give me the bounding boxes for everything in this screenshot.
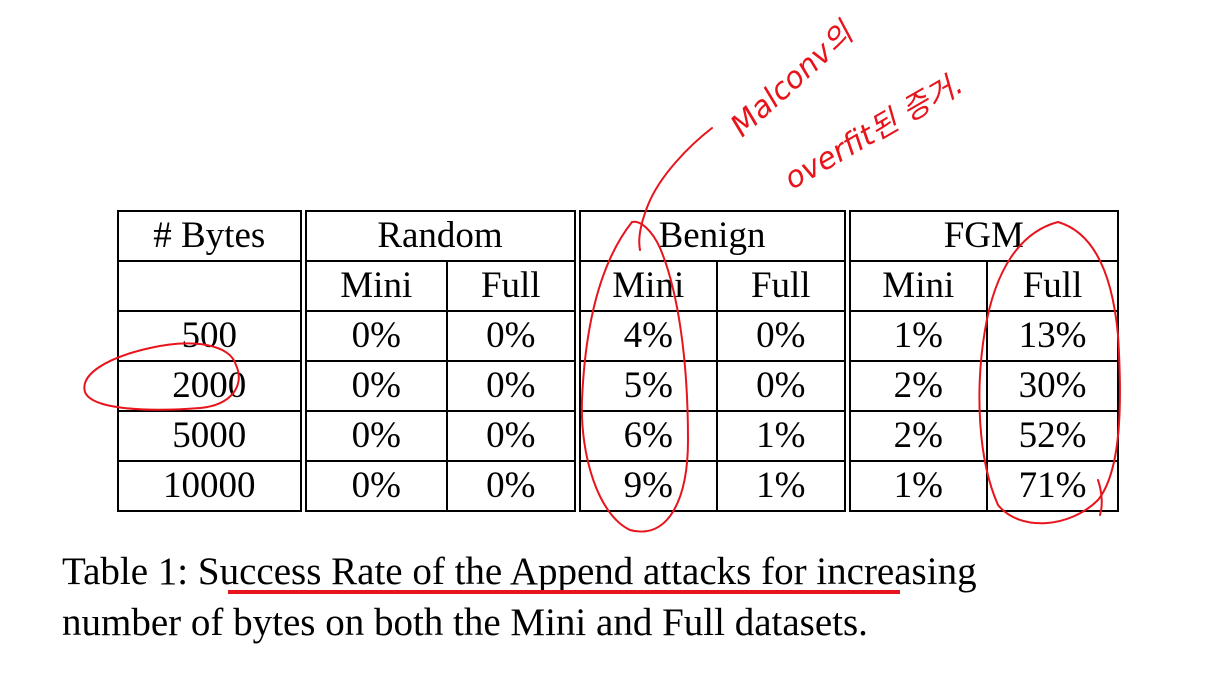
cell-benign-full: 1% [716, 410, 851, 462]
cell-fgm-full: 71% [986, 460, 1120, 512]
subheader-random-mini: Mini [302, 260, 448, 312]
results-table: # Bytes Random Benign FGM Mini Full Mini… [117, 210, 1120, 512]
caption-underlined-phrase: Success Rate of the Append attacks [197, 550, 752, 593]
table-row: 5000 0% 0% 6% 1% 2% 52% [117, 410, 1120, 462]
cell-fgm-mini: 1% [846, 310, 989, 362]
cell-fgm-full: 30% [986, 360, 1120, 412]
table-subheader-row: Mini Full Mini Full Mini Full [117, 260, 1120, 312]
subheader-fgm-full: Full [986, 260, 1120, 312]
caption-rest: for increasing [751, 550, 977, 593]
cell-benign-full: 1% [716, 460, 851, 512]
cell-random-full: 0% [445, 410, 581, 462]
header-bytes: # Bytes [117, 210, 307, 262]
cell-random-full: 0% [445, 360, 581, 412]
cell-bytes: 10000 [117, 460, 307, 512]
cell-benign-mini: 4% [576, 310, 719, 362]
subheader-benign-full: Full [716, 260, 851, 312]
cell-fgm-mini: 1% [846, 460, 989, 512]
header-benign: Benign [576, 210, 851, 262]
caption-line2: number of bytes on both the Mini and Ful… [62, 601, 868, 644]
handwritten-note-line1: Malconv의 [724, 15, 862, 144]
cell-benign-full: 0% [716, 360, 851, 412]
header-fgm: FGM [846, 210, 1120, 262]
cell-random-full: 0% [445, 460, 581, 512]
cell-random-mini: 0% [302, 460, 448, 512]
cell-benign-mini: 6% [576, 410, 719, 462]
cell-fgm-mini: 2% [846, 410, 989, 462]
cell-bytes: 2000 [117, 360, 307, 412]
cell-benign-full: 0% [716, 310, 851, 362]
header-random: Random [301, 210, 581, 262]
subheader-empty [117, 260, 307, 312]
caption-label: Table 1: [62, 550, 198, 593]
cell-benign-mini: 9% [576, 460, 719, 512]
cell-bytes: 5000 [117, 410, 307, 462]
handwritten-note-line2: overfit된 증거. [779, 67, 970, 197]
cell-fgm-full: 52% [986, 410, 1120, 462]
table-row: 500 0% 0% 4% 0% 1% 13% [117, 310, 1120, 362]
cell-fgm-mini: 2% [846, 360, 989, 412]
table-row: 10000 0% 0% 9% 1% 1% 71% [117, 460, 1120, 512]
subheader-fgm-mini: Mini [846, 260, 989, 312]
cell-random-full: 0% [445, 310, 581, 362]
cell-benign-mini: 5% [576, 360, 719, 412]
cell-random-mini: 0% [302, 410, 448, 462]
cell-fgm-full: 13% [986, 310, 1120, 362]
subheader-random-full: Full [445, 260, 581, 312]
table-row: 2000 0% 0% 5% 0% 2% 30% [117, 360, 1120, 412]
red-underline-annotation [228, 590, 900, 594]
table-caption: Table 1: Success Rate of the Append atta… [62, 546, 1192, 648]
cell-bytes: 500 [117, 310, 307, 362]
table-header-row: # Bytes Random Benign FGM [117, 210, 1120, 262]
cell-random-mini: 0% [302, 360, 448, 412]
cell-random-mini: 0% [302, 310, 448, 362]
subheader-benign-mini: Mini [576, 260, 719, 312]
